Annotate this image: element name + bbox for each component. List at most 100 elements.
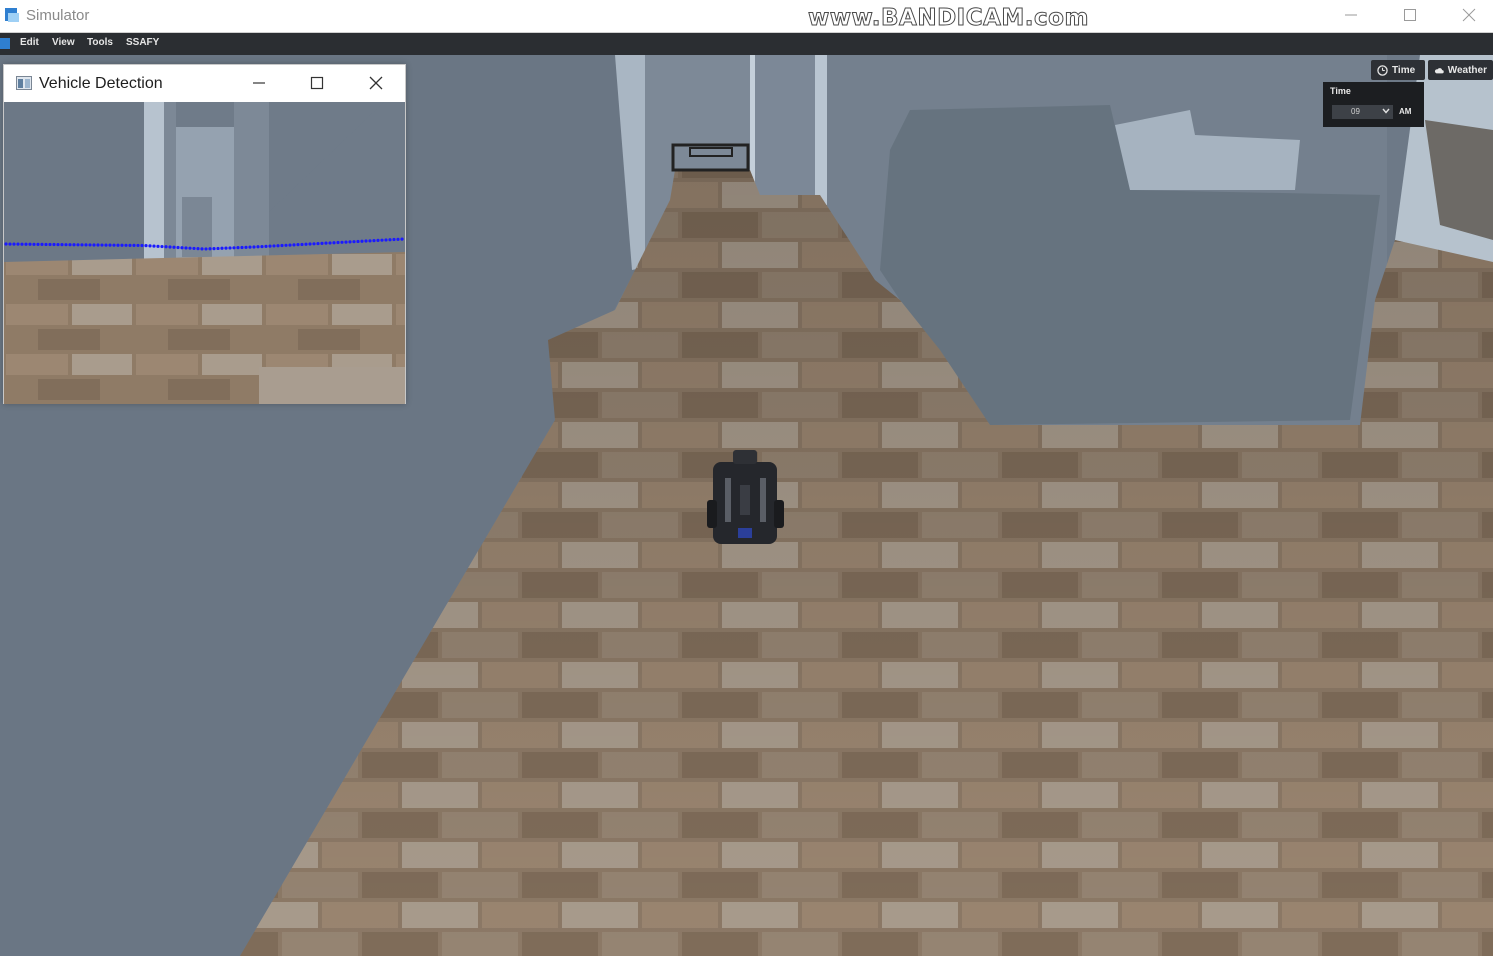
detection-point [24, 242, 28, 246]
detection-point [304, 242, 308, 246]
detection-point [132, 243, 136, 247]
detection-point [156, 244, 160, 248]
detection-point [248, 245, 252, 249]
vehicle-detection-title: Vehicle Detection [39, 75, 163, 92]
detection-point [180, 246, 184, 250]
detection-point [40, 242, 44, 247]
detection-point [76, 243, 80, 247]
detection-point [104, 243, 108, 247]
detection-point [220, 246, 224, 250]
detection-point [80, 243, 84, 247]
menu-edit[interactable]: Edit [20, 37, 39, 48]
vd-maximize-button[interactable] [288, 65, 346, 102]
robot-vehicle [707, 450, 784, 544]
detection-point [364, 239, 368, 243]
detection-point [264, 244, 268, 248]
maximize-icon [1404, 9, 1416, 21]
detection-point [4, 242, 8, 246]
vd-close-button[interactable] [347, 65, 405, 102]
detection-point [84, 243, 88, 247]
detection-point [212, 247, 216, 251]
camera-view [4, 102, 405, 404]
detection-point [12, 242, 16, 246]
time-panel-label: Time [1330, 86, 1351, 96]
detection-point [328, 241, 332, 245]
detection-point [184, 246, 188, 250]
detection-point [188, 246, 192, 250]
detection-point [172, 245, 176, 249]
detection-point [396, 237, 400, 241]
minimize-button[interactable] [1322, 0, 1380, 30]
hour-select[interactable]: 09 [1332, 105, 1393, 119]
cloud-icon [1434, 67, 1444, 73]
detection-point [140, 243, 144, 248]
time-button[interactable]: Time [1371, 60, 1425, 80]
detection-point [372, 239, 376, 243]
detection-point [384, 238, 388, 242]
vehicle-detection-titlebar[interactable]: Vehicle Detection [4, 65, 405, 102]
maximize-icon [310, 76, 324, 90]
detection-point [232, 246, 236, 250]
close-icon [1462, 8, 1476, 22]
detection-point [108, 243, 112, 247]
menu-ssafy[interactable]: SSAFY [126, 37, 159, 48]
detection-point [152, 244, 156, 248]
time-panel: Time 09 AM [1323, 82, 1424, 127]
detection-point [256, 245, 260, 249]
detection-point [208, 247, 212, 251]
detection-point [36, 242, 40, 246]
detection-point [288, 243, 292, 247]
detection-point [200, 247, 204, 251]
detection-point [388, 238, 392, 242]
maximize-button[interactable] [1381, 0, 1439, 30]
title-bar: Simulator www.BANDICAM.com [0, 0, 1493, 33]
detection-point [128, 243, 132, 247]
menu-tools[interactable]: Tools [87, 37, 113, 48]
detection-point [344, 240, 348, 244]
detection-point [296, 243, 300, 247]
detection-point [308, 242, 312, 246]
detection-point [52, 242, 56, 247]
menu-app-icon [0, 38, 10, 49]
detection-point [192, 246, 196, 251]
detection-point [352, 240, 356, 244]
window-app-icon [16, 76, 32, 90]
detection-point [216, 246, 220, 251]
vd-minimize-button[interactable] [230, 65, 288, 102]
detection-point [28, 242, 32, 246]
vehicle-detection-window: Vehicle Detection [3, 64, 406, 404]
detection-point [56, 242, 60, 247]
detection-point [252, 245, 256, 249]
detection-point [144, 244, 148, 248]
detection-point [276, 244, 280, 248]
detection-point [96, 243, 100, 247]
detection-point [68, 243, 72, 247]
detection-point [160, 244, 164, 249]
detection-point [240, 245, 244, 250]
detection-point [300, 242, 304, 247]
minimize-icon [1345, 14, 1357, 16]
detection-point [312, 242, 316, 246]
detection-point [224, 246, 228, 250]
period-label: AM [1399, 107, 1412, 116]
detection-point [320, 241, 324, 245]
close-button[interactable] [1440, 0, 1493, 30]
detection-point [124, 243, 128, 247]
detection-point [244, 245, 248, 249]
detection-point [336, 240, 340, 245]
detection-point [64, 243, 68, 247]
detection-point [48, 242, 52, 247]
detection-point [8, 242, 12, 246]
weather-button[interactable]: Weather [1428, 60, 1493, 80]
detection-point [88, 243, 92, 247]
simulator-icon [5, 8, 19, 22]
detection-point [120, 243, 124, 247]
menu-view[interactable]: View [52, 37, 75, 48]
detection-point [44, 242, 48, 247]
detection-point [164, 245, 168, 249]
detection-point [324, 241, 328, 245]
detection-point [20, 242, 24, 246]
detection-point [272, 244, 276, 248]
detection-point [368, 239, 372, 243]
detection-point [376, 238, 380, 242]
